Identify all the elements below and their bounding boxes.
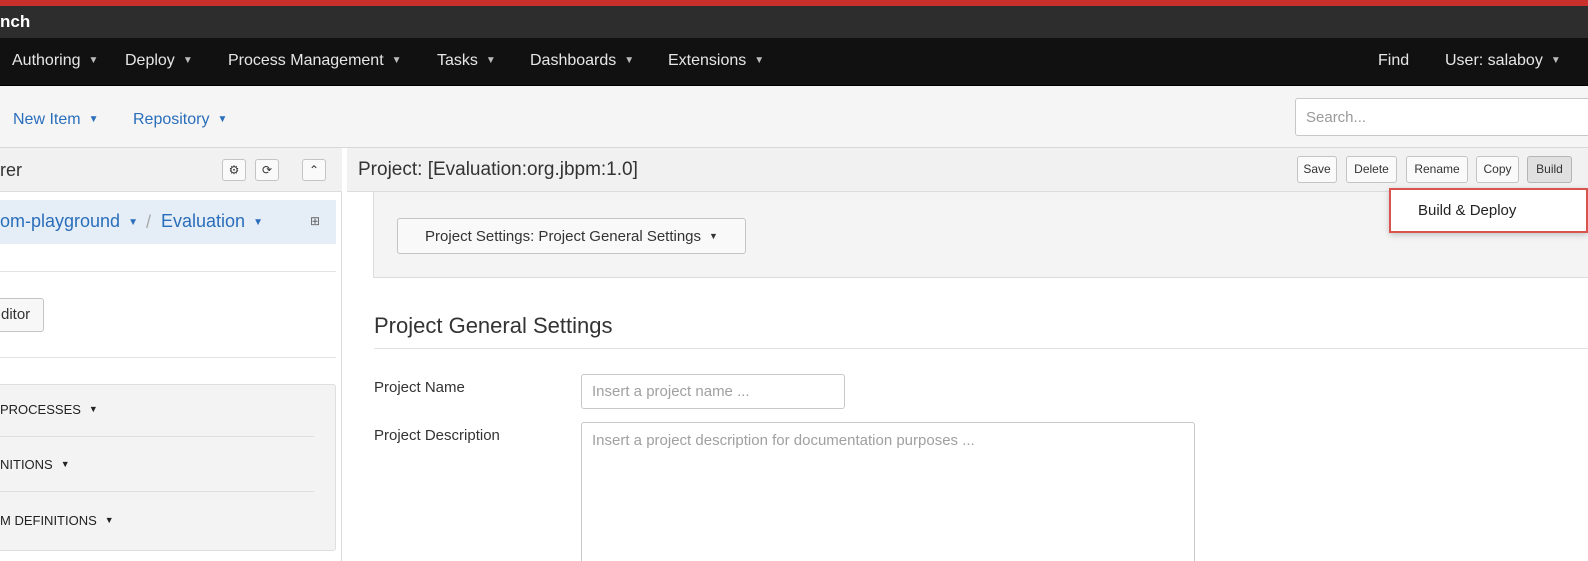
new-item-menu[interactable]: New Item ▼: [13, 111, 98, 129]
nav-authoring[interactable]: Authoring ▼: [12, 52, 98, 70]
save-button[interactable]: Save: [1297, 156, 1337, 183]
section-title: Project General Settings: [374, 313, 613, 338]
nav-user-menu[interactable]: User: salaboy ▼: [1445, 52, 1561, 70]
refresh-icon[interactable]: ⟳: [255, 159, 279, 181]
chevron-down-icon: ▼: [128, 217, 138, 228]
category-form-definitions[interactable]: M DEFINITIONS ▼: [0, 513, 114, 528]
project-name-input[interactable]: [581, 374, 845, 409]
chevron-down-icon: ▼: [253, 217, 263, 228]
category-label: NITIONS: [0, 457, 53, 472]
copy-button[interactable]: Copy: [1476, 156, 1519, 183]
project-settings-selector-label: Project Settings: Project General Settin…: [425, 228, 702, 245]
nav-extensions[interactable]: Extensions ▼: [668, 52, 764, 70]
nav-extensions-label: Extensions: [668, 52, 747, 69]
chevron-down-icon: ▼: [391, 55, 402, 66]
category-list: PROCESSES ▼ NITIONS ▼ M DEFINITIONS ▼: [0, 384, 336, 551]
chevron-down-icon: ▼: [754, 55, 765, 66]
nav-deploy-label: Deploy: [125, 52, 175, 69]
build-button[interactable]: Build: [1527, 156, 1572, 183]
chevron-down-icon: ▼: [1550, 55, 1561, 66]
new-item-label: New Item: [13, 111, 81, 128]
category-label: PROCESSES: [0, 402, 81, 417]
nav-dashboards[interactable]: Dashboards ▼: [530, 52, 634, 70]
chevron-down-icon: ▼: [624, 55, 635, 66]
chevron-down-icon: ▼: [88, 55, 99, 66]
nav-process-management[interactable]: Process Management ▼: [228, 52, 402, 70]
project-description-label: Project Description: [374, 427, 500, 444]
gear-icon[interactable]: ⚙: [222, 159, 246, 181]
category-label: M DEFINITIONS: [0, 513, 97, 528]
breadcrumb-repository[interactable]: om-playground ▼: [0, 211, 138, 232]
category-definitions[interactable]: NITIONS ▼: [0, 457, 70, 472]
editor-button[interactable]: ditor: [0, 298, 44, 332]
nav-tasks[interactable]: Tasks ▼: [437, 52, 496, 70]
divider: [0, 491, 314, 492]
divider: [0, 357, 336, 358]
project-settings-selector[interactable]: Project Settings: Project General Settin…: [397, 218, 746, 254]
nav-process-management-label: Process Management: [228, 52, 384, 69]
build-dropdown-menu: Build & Deploy: [1389, 188, 1588, 233]
project-explorer: rer ⚙ ⟳ ⌃ om-playground ▼ / Evaluation ▼ ⊞…: [0, 148, 342, 561]
explorer-title: rer: [0, 160, 22, 180]
nav-tasks-label: Tasks: [437, 52, 478, 69]
title-bar: nch: [0, 6, 1588, 38]
nav-deploy[interactable]: Deploy ▼: [125, 52, 193, 70]
collapse-icon[interactable]: ⌃: [302, 159, 326, 181]
chevron-down-icon: ▼: [217, 114, 228, 125]
app-title: nch: [0, 12, 31, 31]
project-description-input[interactable]: [581, 422, 1195, 561]
breadcrumb-repository-label: om-playground: [0, 211, 121, 231]
expand-icon[interactable]: ⊞: [310, 214, 320, 228]
breadcrumb-project[interactable]: Evaluation ▼: [161, 211, 263, 232]
chevron-down-icon: ▼: [182, 55, 193, 66]
divider: [374, 348, 1588, 349]
chevron-down-icon: ▼: [104, 515, 114, 525]
nav-authoring-label: Authoring: [12, 52, 81, 69]
delete-button[interactable]: Delete: [1346, 156, 1397, 183]
chevron-down-icon: ▼: [88, 404, 98, 414]
nav-find[interactable]: Find: [1378, 52, 1409, 70]
chevron-down-icon: ▼: [485, 55, 496, 66]
repository-menu[interactable]: Repository ▼: [133, 111, 227, 129]
divider: [0, 436, 314, 437]
main-nav: Authoring ▼ Deploy ▼ Process Management ▼ T…: [0, 38, 1588, 86]
page-title: Project: [Evaluation:org.jbpm:1.0]: [358, 159, 638, 180]
project-header: Project: [Evaluation:org.jbpm:1.0]: [347, 148, 1588, 192]
divider: [0, 271, 336, 272]
repository-label: Repository: [133, 111, 210, 128]
user-label: User: salaboy: [1445, 52, 1543, 69]
nav-dashboards-label: Dashboards: [530, 52, 617, 69]
build-and-deploy-item[interactable]: Build & Deploy: [1418, 202, 1516, 219]
chevron-down-icon: ▼: [88, 114, 99, 125]
breadcrumb-separator: /: [146, 212, 152, 232]
chevron-down-icon: ▼: [60, 459, 70, 469]
breadcrumb-project-label: Evaluation: [161, 211, 246, 231]
rename-button[interactable]: Rename: [1406, 156, 1468, 183]
category-processes[interactable]: PROCESSES ▼: [0, 402, 98, 417]
chevron-down-icon: ▼: [709, 231, 718, 241]
search-input[interactable]: [1295, 98, 1588, 136]
breadcrumb: om-playground ▼ / Evaluation ▼ ⊞: [0, 200, 336, 244]
explorer-header: rer ⚙ ⟳ ⌃: [0, 148, 342, 192]
project-name-label: Project Name: [374, 379, 465, 396]
